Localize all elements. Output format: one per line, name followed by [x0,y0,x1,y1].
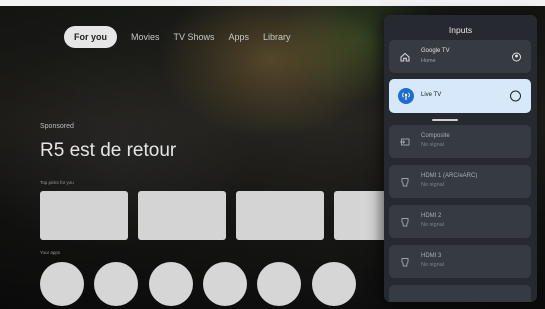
input-item-hdmi-1[interactable]: HDMI 1 (ARC/eARC) No signal [389,165,531,198]
hdmi-icon [399,176,411,188]
app-tile[interactable] [312,262,356,306]
sponsored-label: Sponsored [40,123,74,130]
input-item-google-tv[interactable]: Google TV Home [389,40,531,73]
input-item-composite[interactable]: Composite No signal [389,125,531,158]
content-card[interactable] [236,191,324,240]
app-tile[interactable] [257,262,301,306]
panel-title: Inputs [448,25,473,35]
content-card[interactable] [138,191,226,240]
input-item-partial[interactable] [389,285,531,302]
hero-title: R5 est de retour [40,140,177,161]
input-status: No signal [421,142,444,148]
hdmi-icon [399,256,411,268]
input-status: Home [421,58,436,64]
input-status: No signal [421,222,444,228]
input-name: HDMI 1 (ARC/eARC) [421,173,478,179]
tab-for-you[interactable]: For you [64,26,117,48]
radio-selected-icon[interactable] [512,52,521,61]
input-name: HDMI 3 [421,253,442,259]
inputs-panel: Inputs Google TV Home Live TV Composite … [384,15,537,302]
input-name: HDMI 2 [421,213,442,219]
input-status: No signal [421,262,444,268]
top-nav-tabs: For you Movies TV Shows Apps Library [64,26,291,48]
input-icon [399,136,411,148]
tab-tv-shows[interactable]: TV Shows [174,32,215,42]
input-item-live-tv[interactable]: Live TV [389,79,531,113]
input-item-hdmi-3[interactable]: HDMI 3 No signal [389,245,531,278]
tv-home-screen: For you Movies TV Shows Apps Library Spo… [0,0,545,309]
app-tile[interactable] [94,262,138,306]
row-label-picks: Top picks for you [40,180,74,185]
input-name: Live TV [421,92,442,98]
input-status: No signal [421,182,444,188]
tab-movies[interactable]: Movies [131,32,160,42]
app-tile[interactable] [40,262,84,306]
input-name: Google TV [421,48,450,54]
panel-divider [432,119,458,121]
app-tile[interactable] [203,262,247,306]
tab-apps[interactable]: Apps [229,32,250,42]
input-item-hdmi-2[interactable]: HDMI 2 No signal [389,205,531,238]
tab-library[interactable]: Library [263,32,291,42]
hdmi-icon [399,216,411,228]
input-name: Composite [421,133,450,139]
home-icon [399,51,411,63]
antenna-icon [398,88,414,104]
row-label-apps: Your apps [40,250,61,255]
content-card[interactable] [40,191,128,240]
radio-unselected-icon[interactable] [510,90,521,102]
app-tile[interactable] [149,262,193,306]
top-strip [0,0,545,6]
